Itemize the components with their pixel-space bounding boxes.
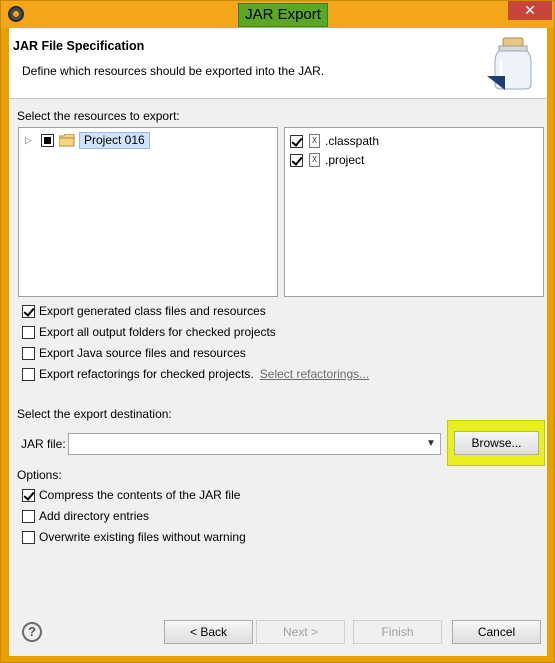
option-export-output-folders[interactable]: Export all output folders for checked pr… <box>22 324 276 340</box>
select-refactorings-link[interactable]: Select refactorings... <box>260 367 369 381</box>
option-directory-entries[interactable]: Add directory entries <box>22 508 149 524</box>
project-file-checkbox[interactable] <box>290 153 303 167</box>
export-java-source-checkbox[interactable] <box>22 346 35 360</box>
option-label: Export all output folders for checked pr… <box>39 325 276 339</box>
option-overwrite[interactable]: Overwrite existing files without warning <box>22 529 246 545</box>
resource-tree[interactable]: ▷ Project 016 <box>18 127 278 297</box>
option-export-class-files[interactable]: Export generated class files and resourc… <box>22 303 266 319</box>
chevron-down-icon[interactable]: ▼ <box>425 437 437 451</box>
export-output-folders-checkbox[interactable] <box>22 325 35 339</box>
options-label: Options: <box>17 468 62 482</box>
option-compress[interactable]: Compress the contents of the JAR file <box>22 487 240 503</box>
resource-file-list[interactable]: X .classpath X .project <box>284 127 544 297</box>
option-label: Export refactorings for checked projects… <box>39 367 254 381</box>
compress-checkbox[interactable] <box>22 488 35 502</box>
page-description: Define which resources should be exporte… <box>22 64 325 78</box>
wizard-banner: JAR File Specification Define which reso… <box>9 28 547 99</box>
resources-label: Select the resources to export: <box>17 109 180 123</box>
option-label: Add directory entries <box>39 509 150 523</box>
xml-file-icon: X <box>309 134 320 148</box>
export-refactorings-checkbox[interactable] <box>22 367 35 381</box>
dialog-client-area: JAR File Specification Define which reso… <box>9 28 547 656</box>
file-item-classpath[interactable]: X .classpath <box>290 132 379 150</box>
browse-button[interactable]: Browse... <box>454 431 539 455</box>
file-item-project[interactable]: X .project <box>290 151 364 169</box>
xml-file-icon: X <box>309 153 320 167</box>
jar-file-combo[interactable]: ▼ <box>68 433 441 455</box>
jar-file-label: JAR file: <box>21 437 66 451</box>
directory-entries-checkbox[interactable] <box>22 509 35 523</box>
option-label: Export generated class files and resourc… <box>39 304 266 318</box>
overwrite-checkbox[interactable] <box>22 530 35 544</box>
next-button[interactable]: Next > <box>256 620 345 644</box>
option-export-java-source[interactable]: Export Java source files and resources <box>22 345 246 361</box>
help-icon[interactable]: ? <box>22 622 42 642</box>
export-class-files-checkbox[interactable] <box>22 304 35 318</box>
back-button[interactable]: < Back <box>164 620 253 644</box>
project-tristate-checkbox[interactable] <box>41 133 54 147</box>
tree-item-label: Project 016 <box>79 131 150 149</box>
jar-icon <box>487 37 532 90</box>
eclipse-app-icon <box>8 6 24 22</box>
tree-item-project[interactable]: ▷ Project 016 <box>25 131 150 149</box>
jar-export-window: JAR Export ✕ JAR File Specification Defi… <box>0 0 555 663</box>
option-label: Compress the contents of the JAR file <box>39 488 241 502</box>
file-item-label: .project <box>325 153 365 167</box>
destination-label: Select the export destination: <box>17 407 172 421</box>
file-item-label: .classpath <box>325 134 380 148</box>
project-folder-icon <box>59 133 75 146</box>
cancel-button[interactable]: Cancel <box>452 620 541 644</box>
option-label: Overwrite existing files without warning <box>39 530 246 544</box>
finish-button[interactable]: Finish <box>353 620 442 644</box>
close-window-button[interactable]: ✕ <box>508 1 552 20</box>
expand-arrow-icon[interactable]: ▷ <box>25 135 35 145</box>
window-title: JAR Export <box>238 3 328 27</box>
page-title: JAR File Specification <box>13 39 145 53</box>
option-label: Export Java source files and resources <box>39 346 246 360</box>
classpath-checkbox[interactable] <box>290 134 303 148</box>
title-bar: JAR Export ✕ <box>1 1 554 28</box>
option-export-refactorings[interactable]: Export refactorings for checked projects… <box>22 366 369 382</box>
